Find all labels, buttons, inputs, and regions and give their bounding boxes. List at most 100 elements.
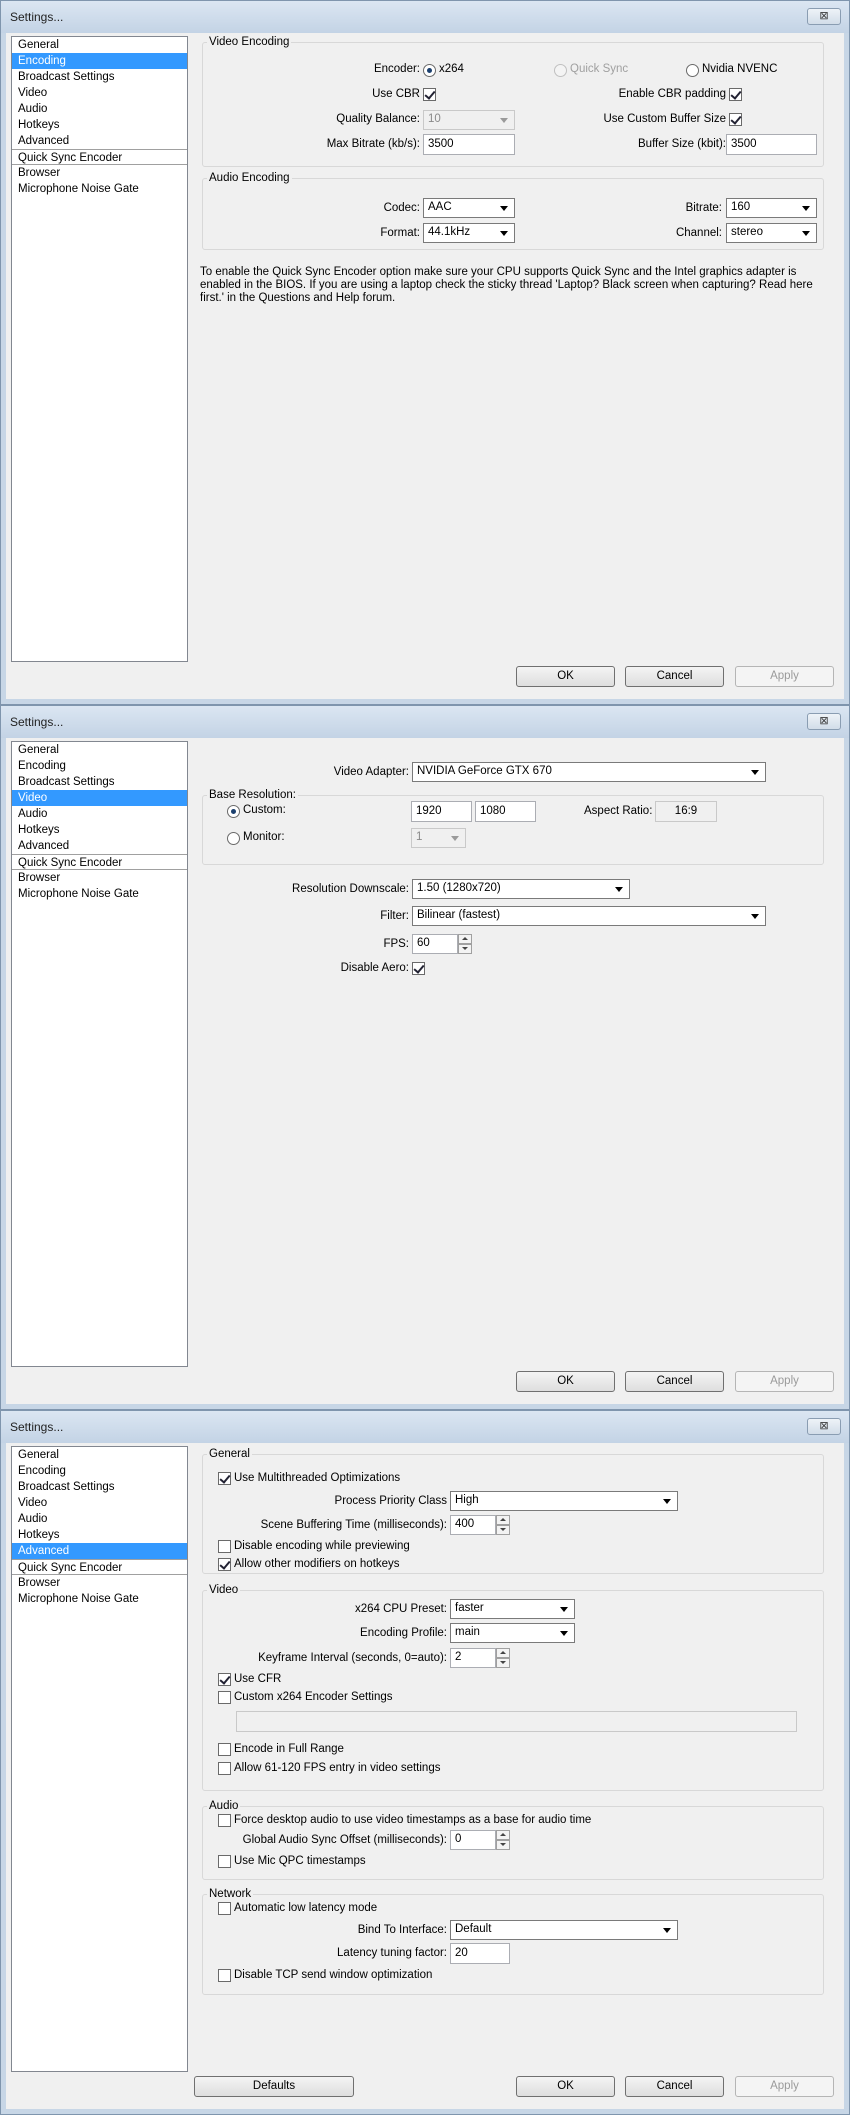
close-button[interactable]: ⊠ <box>807 8 841 25</box>
sidebar-item-quick-sync-encoder[interactable]: Quick Sync Encoder <box>12 854 187 870</box>
channel-dropdown[interactable]: stereo <box>726 223 817 243</box>
resolution-downscale-dropdown[interactable]: 1.50 (1280x720) <box>412 879 630 899</box>
bind-interface-dropdown[interactable]: Default <box>450 1920 678 1940</box>
sidebar-item-general[interactable]: General <box>12 1447 187 1463</box>
keyframe-spinner[interactable]: 2 <box>450 1648 510 1668</box>
sidebar-item-hotkeys[interactable]: Hotkeys <box>12 117 187 133</box>
sidebar-item-microphone-noise-gate[interactable]: Microphone Noise Gate <box>12 1591 187 1607</box>
mic-qpc-checkbox[interactable] <box>218 1855 231 1868</box>
tcp-optimization-label: Disable TCP send window optimization <box>234 1969 433 1981</box>
sync-offset-down-arrow-icon[interactable] <box>496 1840 510 1850</box>
bitrate-dropdown[interactable]: 160 <box>726 198 817 218</box>
resolution-height-input[interactable]: 1080 <box>475 801 536 822</box>
latency-factor-input[interactable]: 20 <box>450 1943 510 1964</box>
scene-buffer-down-arrow-icon[interactable] <box>496 1525 510 1535</box>
sidebar-item-encoding[interactable]: Encoding <box>12 758 187 774</box>
scene-buffer-value[interactable]: 400 <box>450 1515 496 1535</box>
defaults-button[interactable]: Defaults <box>194 2076 354 2097</box>
sidebar-item-hotkeys[interactable]: Hotkeys <box>12 1527 187 1543</box>
resolution-width-input[interactable]: 1920 <box>411 801 472 822</box>
sidebar-item-encoding[interactable]: Encoding <box>12 53 187 69</box>
sidebar-item-audio[interactable]: Audio <box>12 101 187 117</box>
disable-aero-checkbox[interactable] <box>412 962 425 975</box>
sidebar-item-microphone-noise-gate[interactable]: Microphone Noise Gate <box>12 181 187 197</box>
low-latency-checkbox[interactable] <box>218 1902 231 1915</box>
apply-button: Apply <box>735 2076 834 2097</box>
sidebar-item-general[interactable]: General <box>12 37 187 53</box>
custom-x264-checkbox[interactable] <box>218 1691 231 1704</box>
sync-offset-spinner[interactable]: 0 <box>450 1830 510 1850</box>
sidebar-item-encoding[interactable]: Encoding <box>12 1463 187 1479</box>
sidebar-item-advanced[interactable]: Advanced <box>12 1543 187 1559</box>
enable-cbr-padding-checkbox[interactable] <box>729 88 742 101</box>
sidebar-item-video[interactable]: Video <box>12 1495 187 1511</box>
close-button[interactable]: ⊠ <box>807 713 841 730</box>
cancel-button[interactable]: Cancel <box>625 666 724 687</box>
category-list[interactable]: General Encoding Broadcast Settings Vide… <box>11 36 188 662</box>
fps-spinner[interactable]: 60 <box>412 934 472 954</box>
bitrate-label: Bitrate: <box>685 202 722 214</box>
preset-dropdown[interactable]: faster <box>450 1599 575 1619</box>
sidebar-item-broadcast-settings[interactable]: Broadcast Settings <box>12 774 187 790</box>
force-desktop-checkbox[interactable] <box>218 1814 231 1827</box>
cfr-checkbox[interactable] <box>218 1673 231 1686</box>
sidebar-item-browser[interactable]: Browser <box>12 870 187 886</box>
sidebar-item-advanced[interactable]: Advanced <box>12 838 187 854</box>
use-cbr-checkbox[interactable] <box>423 88 436 101</box>
sidebar-item-browser[interactable]: Browser <box>12 1575 187 1591</box>
settings-dialog-video: Settings... ⊠ General Encoding Broadcast… <box>0 705 850 1410</box>
ok-button[interactable]: OK <box>516 2076 615 2097</box>
tcp-optimization-checkbox[interactable] <box>218 1969 231 1982</box>
sync-offset-up-arrow-icon[interactable] <box>496 1830 510 1840</box>
cancel-button[interactable]: Cancel <box>625 1371 724 1392</box>
encoder-nvenc-radio[interactable] <box>686 64 699 77</box>
video-adapter-dropdown[interactable]: NVIDIA GeForce GTX 670 <box>412 762 766 782</box>
sidebar-item-audio[interactable]: Audio <box>12 806 187 822</box>
multithreaded-checkbox[interactable] <box>218 1472 231 1485</box>
category-list[interactable]: General Encoding Broadcast Settings Vide… <box>11 741 188 1367</box>
sidebar-item-advanced[interactable]: Advanced <box>12 133 187 149</box>
ok-button[interactable]: OK <box>516 666 615 687</box>
apply-button: Apply <box>735 666 834 687</box>
full-range-checkbox[interactable] <box>218 1743 231 1756</box>
category-list[interactable]: General Encoding Broadcast Settings Vide… <box>11 1446 188 2072</box>
format-dropdown[interactable]: 44.1kHz <box>423 223 515 243</box>
scene-buffer-up-arrow-icon[interactable] <box>496 1515 510 1525</box>
keyframe-value[interactable]: 2 <box>450 1648 496 1668</box>
fps-up-arrow-icon[interactable] <box>458 934 472 944</box>
sidebar-item-video[interactable]: Video <box>12 85 187 101</box>
max-bitrate-input[interactable]: 3500 <box>423 134 515 155</box>
sidebar-item-hotkeys[interactable]: Hotkeys <box>12 822 187 838</box>
fps-120-checkbox[interactable] <box>218 1762 231 1775</box>
sidebar-item-microphone-noise-gate[interactable]: Microphone Noise Gate <box>12 886 187 902</box>
modifiers-checkbox[interactable] <box>218 1558 231 1571</box>
scene-buffer-spinner[interactable]: 400 <box>450 1515 510 1535</box>
profile-dropdown[interactable]: main <box>450 1623 575 1643</box>
sync-offset-value[interactable]: 0 <box>450 1830 496 1850</box>
filter-label: Filter: <box>380 910 409 922</box>
close-button[interactable]: ⊠ <box>807 1418 841 1435</box>
fps-value[interactable]: 60 <box>412 934 458 954</box>
custom-resolution-radio[interactable] <box>227 805 240 818</box>
fps-down-arrow-icon[interactable] <box>458 944 472 954</box>
sidebar-item-browser[interactable]: Browser <box>12 165 187 181</box>
monitor-resolution-radio[interactable] <box>227 832 240 845</box>
encoder-x264-radio[interactable] <box>423 64 436 77</box>
priority-dropdown[interactable]: High <box>450 1491 678 1511</box>
sidebar-item-quick-sync-encoder[interactable]: Quick Sync Encoder <box>12 1559 187 1575</box>
cancel-button[interactable]: Cancel <box>625 2076 724 2097</box>
sidebar-item-broadcast-settings[interactable]: Broadcast Settings <box>12 1479 187 1495</box>
use-custom-buffer-checkbox[interactable] <box>729 113 742 126</box>
sidebar-item-audio[interactable]: Audio <box>12 1511 187 1527</box>
codec-dropdown[interactable]: AAC <box>423 198 515 218</box>
keyframe-up-arrow-icon[interactable] <box>496 1648 510 1658</box>
disable-preview-checkbox[interactable] <box>218 1540 231 1553</box>
sidebar-item-broadcast-settings[interactable]: Broadcast Settings <box>12 69 187 85</box>
sidebar-item-general[interactable]: General <box>12 742 187 758</box>
sidebar-item-quick-sync-encoder[interactable]: Quick Sync Encoder <box>12 149 187 165</box>
sidebar-item-video[interactable]: Video <box>12 790 187 806</box>
keyframe-down-arrow-icon[interactable] <box>496 1658 510 1668</box>
buffer-size-input[interactable]: 3500 <box>726 134 817 155</box>
ok-button[interactable]: OK <box>516 1371 615 1392</box>
filter-dropdown[interactable]: Bilinear (fastest) <box>412 906 766 926</box>
